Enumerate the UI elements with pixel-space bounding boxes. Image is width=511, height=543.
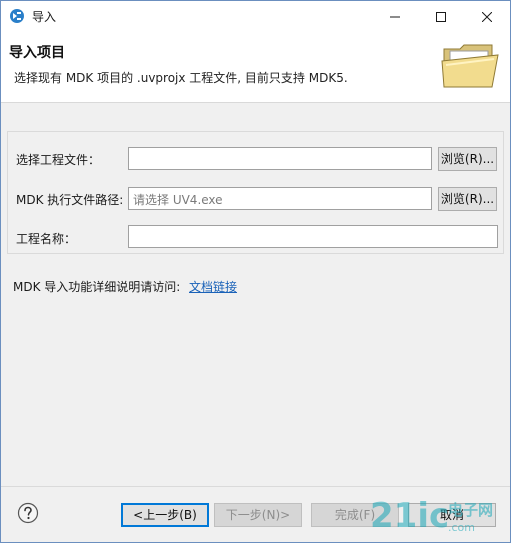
svg-text:.com: .com xyxy=(448,521,475,534)
svg-text:电子网: 电子网 xyxy=(448,501,493,519)
minimize-icon xyxy=(390,16,400,17)
minimize-button[interactable] xyxy=(372,1,418,32)
window-title: 导入 xyxy=(32,10,57,24)
form-panel: 选择工程文件： 浏览(R)... MDK 执行文件路径: 请选择 UV4.exe… xyxy=(7,131,504,254)
page-description: 选择现有 MDK 项目的 .uvprojx 工程文件, 目前只支持 MDK5. xyxy=(14,71,348,85)
close-button[interactable] xyxy=(464,1,510,32)
svg-text:21ic: 21ic xyxy=(370,496,449,535)
eclipse-app-icon xyxy=(10,9,24,23)
back-button[interactable]: <上一步(B) xyxy=(121,503,209,527)
page-title: 导入项目 xyxy=(9,45,65,61)
maximize-button[interactable] xyxy=(418,1,464,32)
browse-project-file-button[interactable]: 浏览(R)... xyxy=(438,147,497,171)
project-name-input[interactable] xyxy=(128,225,498,248)
mdk-exe-input[interactable]: 请选择 UV4.exe xyxy=(128,187,432,210)
project-name-label: 工程名称： xyxy=(16,232,77,246)
footer-divider xyxy=(1,486,510,487)
help-icon[interactable] xyxy=(17,502,39,524)
next-button[interactable]: 下一步(N)> xyxy=(214,503,302,527)
documentation-link[interactable]: 文档链接 xyxy=(189,278,237,295)
maximize-icon xyxy=(436,11,446,22)
project-file-label: 选择工程文件： xyxy=(16,153,101,167)
mdk-exe-label: MDK 执行文件路径: xyxy=(16,193,124,207)
wizard-header: 导入项目 选择现有 MDK 项目的 .uvprojx 工程文件, 目前只支持 M… xyxy=(1,32,510,103)
close-icon xyxy=(482,11,492,22)
title-bar: 导入 xyxy=(1,1,510,32)
mdk-exe-placeholder: 请选择 UV4.exe xyxy=(133,193,223,207)
project-file-input[interactable] xyxy=(128,147,432,170)
folder-open-icon xyxy=(441,44,499,88)
import-dialog: 导入 导入项目 选择现有 MDK 项目的 .uvprojx 工程文件, 目前只支… xyxy=(0,0,511,543)
watermark-logo: 21ic 电子网 .com xyxy=(370,496,493,535)
browse-mdk-exe-button[interactable]: 浏览(R)... xyxy=(438,187,497,211)
import-info-text: MDK 导入功能详细说明请访问: xyxy=(13,280,181,294)
